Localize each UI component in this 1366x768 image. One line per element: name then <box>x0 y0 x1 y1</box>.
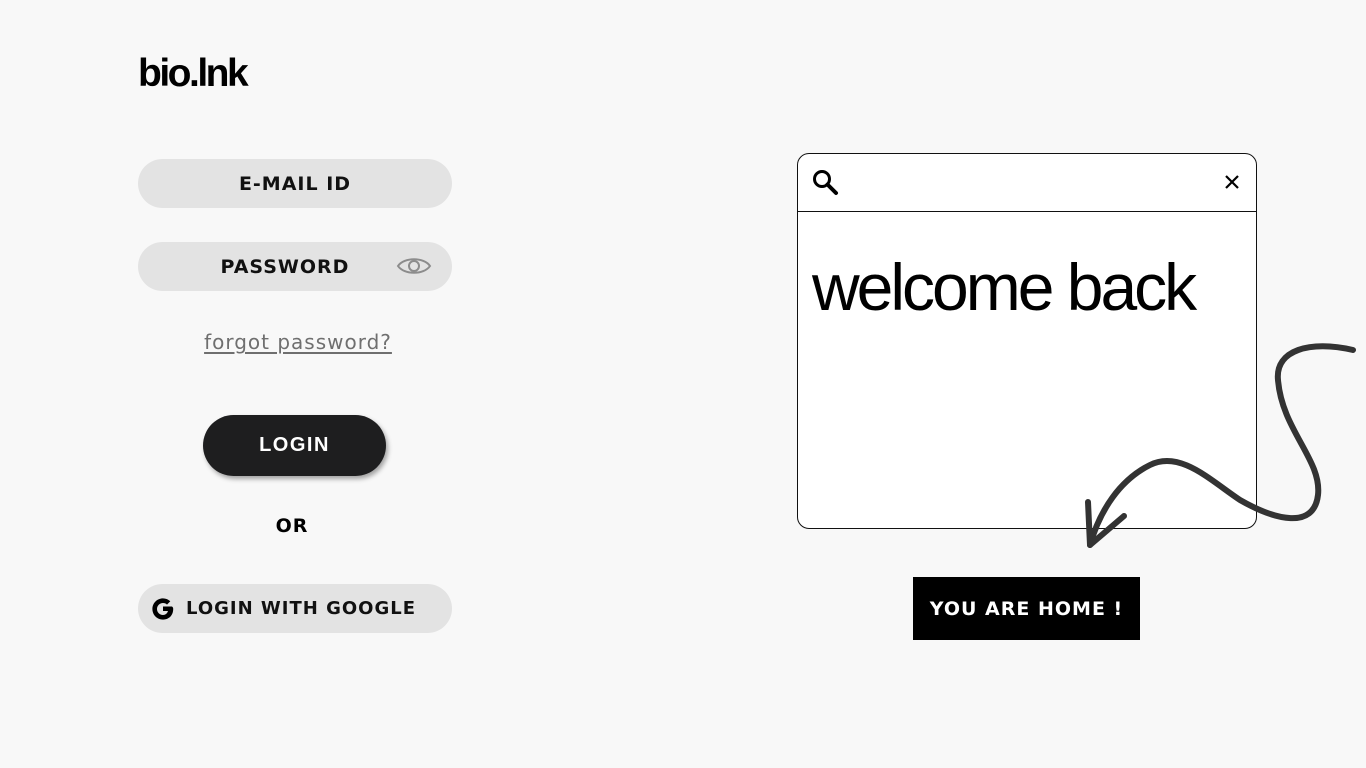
login-button[interactable]: LOGIN <box>203 415 386 476</box>
login-with-google-button[interactable]: LOGIN WITH GOOGLE <box>138 584 452 633</box>
google-g-icon <box>152 597 174 620</box>
close-icon[interactable] <box>1222 172 1242 192</box>
email-field[interactable]: E-MAIL ID <box>138 159 452 208</box>
eye-icon[interactable] <box>396 254 432 278</box>
forgot-password-link[interactable]: forgot password? <box>138 330 458 354</box>
search-bar <box>798 154 1256 212</box>
brand-logo: bio.lnk <box>138 52 249 95</box>
login-with-google-label: LOGIN WITH GOOGLE <box>186 598 417 619</box>
browser-window-illustration: welcome back <box>797 153 1257 529</box>
search-input[interactable] <box>850 164 1214 202</box>
welcome-headline: welcome back <box>812 250 1197 324</box>
search-icon[interactable] <box>811 168 839 196</box>
password-field[interactable]: PASSWORD <box>138 242 452 291</box>
password-field-label: PASSWORD <box>220 255 350 278</box>
email-field-label: E-MAIL ID <box>238 172 352 195</box>
or-divider: OR <box>275 515 309 537</box>
you-are-home-badge: YOU ARE HOME ! <box>913 577 1140 640</box>
